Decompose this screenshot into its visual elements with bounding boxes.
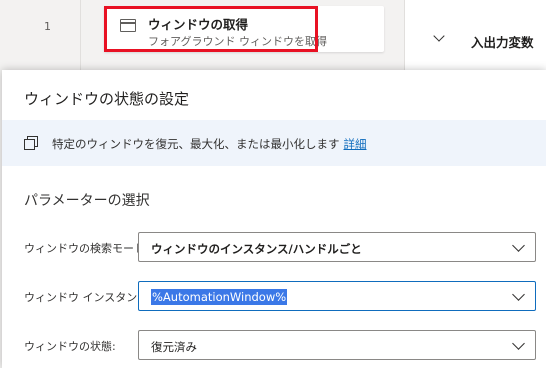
gutter-divider xyxy=(80,0,81,70)
chevron-down-icon xyxy=(512,337,525,350)
window-icon xyxy=(120,19,136,32)
window-state-value: 復元済み xyxy=(151,340,197,354)
line-number: 1 xyxy=(44,20,51,33)
window-instance-label: ウィンドウ インスタンス: xyxy=(24,291,152,304)
action-subtitle: フォアグラウンド ウィンドウを取得 xyxy=(148,35,327,48)
section-title: パラメーターの選択 xyxy=(24,193,150,209)
window-search-mode-select[interactable]: ウィンドウのインスタンス/ハンドルごと xyxy=(138,232,536,262)
action-title: ウィンドウの取得 xyxy=(148,17,249,32)
window-state-label: ウィンドウの状態: xyxy=(24,340,116,353)
chevron-down-icon[interactable] xyxy=(433,30,445,42)
window-state-select[interactable]: 復元済み xyxy=(138,330,536,360)
dialog-title: ウィンドウの状態の設定 xyxy=(24,90,190,108)
info-text: 特定のウィンドウを復元、最大化、または最小化します 詳細 xyxy=(52,136,367,152)
chevron-down-icon[interactable] xyxy=(512,288,525,301)
window-search-mode-value: ウィンドウのインスタンス/ハンドルごと xyxy=(151,242,362,256)
info-bar: 特定のウィンドウを復元、最大化、または最小化します 詳細 xyxy=(2,120,546,166)
window-search-mode-label: ウィンドウの検索モード: xyxy=(24,242,149,255)
details-link[interactable]: 詳細 xyxy=(344,137,367,151)
variables-panel: 入出力変数 xyxy=(404,0,546,70)
window-instance-input[interactable]: %AutomationWindow% xyxy=(138,281,536,311)
variables-panel-title[interactable]: 入出力変数 xyxy=(471,32,534,51)
window-instance-value-wrap: %AutomationWindow% xyxy=(151,289,288,305)
action-card-get-window[interactable]: ウィンドウの取得 フォアグラウンド ウィンドウを取得 xyxy=(104,6,384,52)
set-window-state-dialog: ウィンドウの状態の設定 特定のウィンドウを復元、最大化、または最小化します 詳細 … xyxy=(2,70,546,368)
window-instance-value[interactable]: %AutomationWindow% xyxy=(151,289,288,305)
restore-window-icon xyxy=(24,136,38,150)
info-description: 特定のウィンドウを復元、最大化、または最小化します xyxy=(52,137,340,151)
line-number-gutter: 1 xyxy=(0,0,80,70)
chevron-down-icon xyxy=(512,239,525,252)
